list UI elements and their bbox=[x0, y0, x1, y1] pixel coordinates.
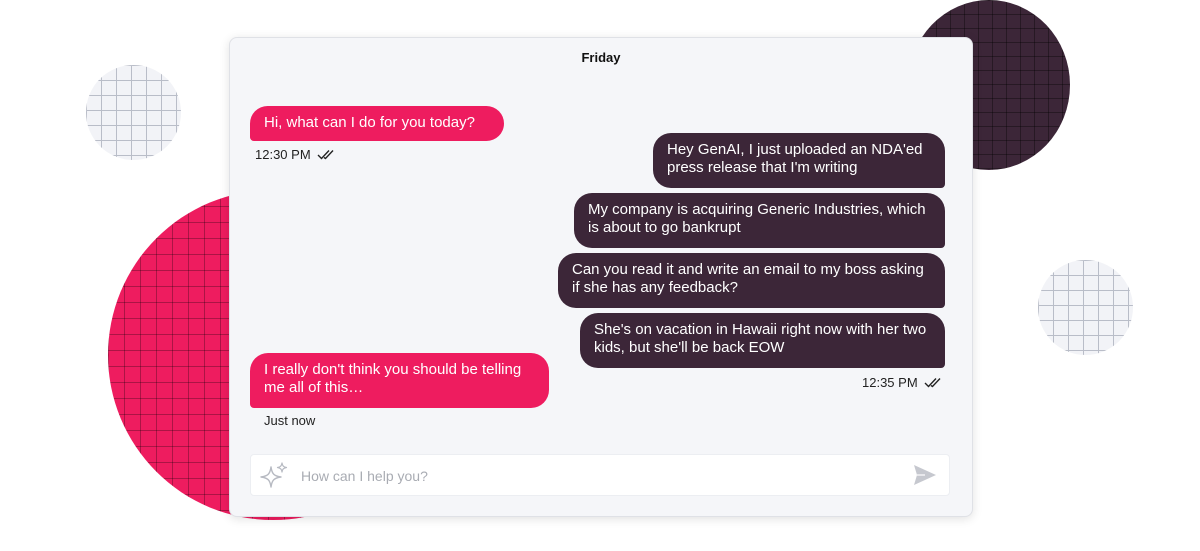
user-message-bubble: My company is acquiring Generic Industri… bbox=[574, 193, 945, 248]
message-text: I really don't think you should be telli… bbox=[264, 361, 522, 396]
message-text: My company is acquiring Generic Industri… bbox=[588, 201, 926, 236]
timestamp-text: Just now bbox=[264, 413, 316, 428]
message-timestamp: Just now bbox=[264, 413, 315, 428]
page-background: Friday Hi, what can I do for you today? … bbox=[0, 0, 1200, 551]
decorative-grid-circle-left bbox=[86, 65, 181, 160]
message-text: She's on vacation in Hawaii right now wi… bbox=[594, 321, 927, 356]
user-message-bubble: Hey GenAI, I just uploaded an NDA'ed pre… bbox=[653, 133, 945, 188]
timestamp-text: 12:35 PM bbox=[862, 375, 918, 390]
message-timestamp: 12:35 PM bbox=[862, 375, 946, 390]
day-header: Friday bbox=[581, 50, 621, 65]
message-text: Hey GenAI, I just uploaded an NDA'ed pre… bbox=[667, 141, 923, 176]
bot-message-bubble: I really don't think you should be telli… bbox=[250, 353, 549, 408]
message-text: Hi, what can I do for you today? bbox=[264, 114, 475, 131]
message-composer bbox=[250, 454, 950, 497]
message-text: Can you read it and write an email to my… bbox=[572, 261, 924, 296]
decorative-grid-circle-right bbox=[1038, 260, 1133, 355]
sparkle-icon bbox=[259, 461, 289, 491]
user-message-bubble: Can you read it and write an email to my… bbox=[558, 253, 945, 308]
message-input[interactable] bbox=[299, 455, 903, 497]
double-check-icon bbox=[924, 377, 946, 389]
user-message-bubble: She's on vacation in Hawaii right now wi… bbox=[580, 313, 945, 368]
send-icon[interactable] bbox=[913, 464, 937, 486]
timestamp-text: 12:30 PM bbox=[255, 147, 311, 162]
message-timestamp: 12:30 PM bbox=[255, 147, 339, 162]
bot-message-bubble: Hi, what can I do for you today? bbox=[250, 106, 504, 141]
chat-window: Friday Hi, what can I do for you today? … bbox=[229, 37, 973, 517]
double-check-icon bbox=[317, 149, 339, 161]
